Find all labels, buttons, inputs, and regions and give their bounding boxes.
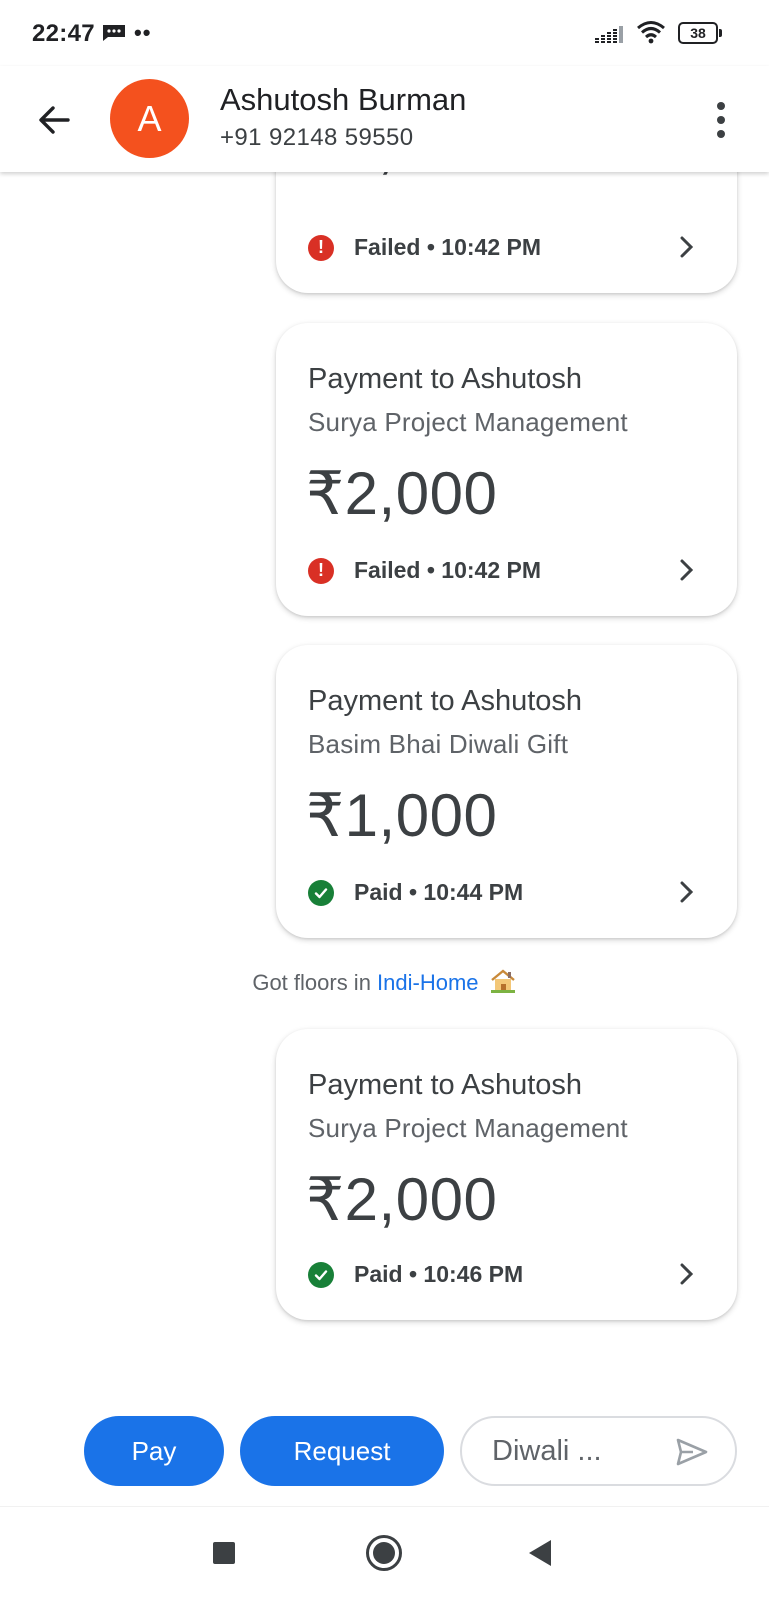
payment-card-partial[interactable]: ₹2,000 ! Failed • 10:42 PM xyxy=(276,172,737,293)
home-icon xyxy=(373,1542,395,1564)
chevron-right-icon xyxy=(680,1263,694,1285)
payment-card[interactable]: Payment to Ashutosh Surya Project Manage… xyxy=(276,1029,737,1320)
signal-icon xyxy=(595,26,623,43)
payment-amount: ₹2,000 xyxy=(306,172,494,182)
pay-button[interactable]: Pay xyxy=(84,1416,224,1486)
system-navigation-bar xyxy=(0,1506,769,1600)
avatar-letter: A xyxy=(137,97,162,139)
contact-phone: +91 92148 59550 xyxy=(220,124,414,151)
payment-status-text: Failed • 10:42 PM xyxy=(354,557,542,583)
payment-note-line: Got floors in Indi-Home xyxy=(0,968,769,996)
payment-amount: ₹2,000 xyxy=(306,1166,498,1233)
error-icon: ! xyxy=(308,557,334,584)
chevron-right-icon xyxy=(680,881,694,903)
house-emoji-icon xyxy=(490,969,515,993)
status-more-dots: •• xyxy=(134,20,152,45)
payment-card[interactable]: Payment to Ashutosh Basim Bhai Diwali Gi… xyxy=(276,645,737,938)
battery-icon: 38 xyxy=(678,22,722,44)
payment-note: Surya Project Management xyxy=(308,1113,628,1143)
note-text: Got floors in xyxy=(252,970,378,995)
home-button[interactable] xyxy=(366,1535,402,1571)
error-icon: ! xyxy=(308,234,334,261)
payment-status: Paid • 10:46 PM xyxy=(308,1261,523,1288)
payment-status-text: Paid • 10:46 PM xyxy=(354,1261,524,1287)
payment-status-text: Failed • 10:42 PM xyxy=(354,234,542,260)
payment-status-text: Paid • 10:44 PM xyxy=(354,879,524,905)
status-time: 22:47 xyxy=(32,20,95,47)
message-input[interactable] xyxy=(492,1432,672,1470)
back-button[interactable] xyxy=(30,96,78,144)
recent-apps-button[interactable] xyxy=(213,1542,235,1564)
request-button[interactable]: Request xyxy=(240,1416,444,1486)
payment-history: ₹2,000 ! Failed • 10:42 PM Payment to As… xyxy=(0,172,769,1382)
arrow-left-icon xyxy=(39,106,70,134)
payment-note: Surya Project Management xyxy=(308,407,628,437)
payment-status: Paid • 10:44 PM xyxy=(308,879,523,906)
status-bar: 22:47 •• 38 xyxy=(0,0,769,66)
message-input-container xyxy=(460,1416,737,1486)
check-circle-icon xyxy=(308,1261,334,1288)
payment-status: ! Failed • 10:42 PM xyxy=(308,234,541,261)
send-icon[interactable] xyxy=(675,1435,709,1469)
system-back-button[interactable] xyxy=(529,1540,551,1566)
contact-name: Ashutosh Burman xyxy=(220,82,467,117)
more-vert-icon xyxy=(717,102,725,110)
check-circle-icon xyxy=(308,879,334,906)
battery-level: 38 xyxy=(678,22,718,44)
payment-card[interactable]: Payment to Ashutosh Surya Project Manage… xyxy=(276,323,737,616)
avatar[interactable]: A xyxy=(110,79,189,158)
payment-title: Payment to Ashutosh xyxy=(308,685,583,717)
note-link[interactable]: Indi-Home xyxy=(377,970,478,995)
wifi-icon xyxy=(637,21,665,44)
chevron-right-icon xyxy=(680,236,694,258)
payment-title: Payment to Ashutosh xyxy=(308,363,583,395)
payment-note: Basim Bhai Diwali Gift xyxy=(308,729,569,759)
payment-title: Payment to Ashutosh xyxy=(308,1069,583,1101)
payment-amount: ₹2,000 xyxy=(306,460,498,527)
action-bar: Pay Request xyxy=(0,1382,769,1506)
conversation-header: A Ashutosh Burman +91 92148 59550 xyxy=(0,66,769,172)
chevron-right-icon xyxy=(680,559,694,581)
payment-amount: ₹1,000 xyxy=(306,782,498,849)
more-options-button[interactable] xyxy=(706,98,736,142)
payment-status: ! Failed • 10:42 PM xyxy=(308,557,541,584)
message-notification-icon xyxy=(103,25,125,41)
